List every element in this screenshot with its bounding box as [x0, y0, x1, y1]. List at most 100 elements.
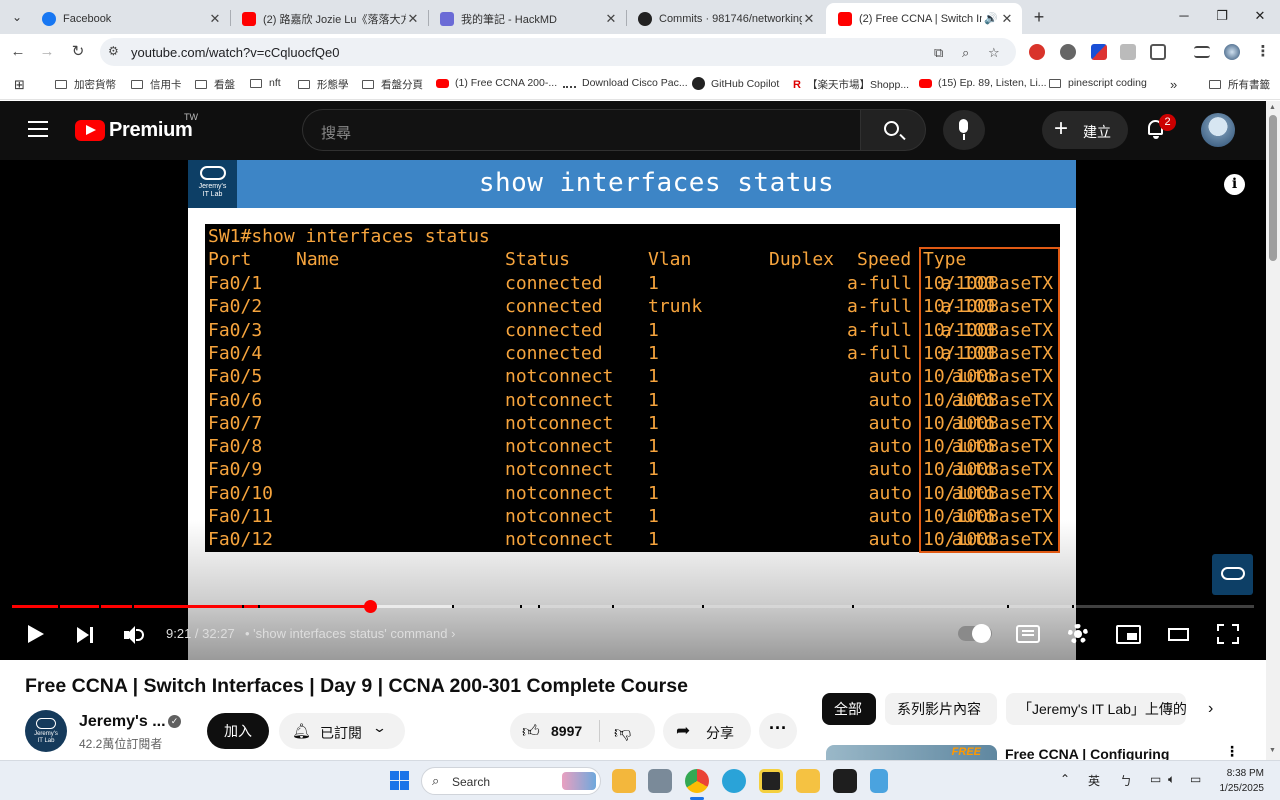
app-icon[interactable]: [648, 769, 672, 793]
related-more-icon[interactable]: ⋮: [1225, 743, 1239, 760]
browser-menu-icon[interactable]: ⋮: [1252, 41, 1274, 63]
restore-button[interactable]: ❐: [1202, 4, 1242, 28]
close-tab-icon[interactable]: ✕: [802, 11, 816, 27]
file-explorer-icon[interactable]: [612, 769, 636, 793]
audio-playing-icon[interactable]: 🔊: [982, 12, 1000, 25]
channel-avatar[interactable]: Jeremy's IT Lab: [25, 710, 67, 752]
scrollbar-thumb[interactable]: [1269, 115, 1277, 261]
channel-watermark[interactable]: [1212, 554, 1253, 595]
more-actions-icon[interactable]: ···: [759, 713, 797, 749]
input-language[interactable]: 英: [1088, 772, 1100, 789]
back-button[interactable]: ←: [7, 41, 29, 63]
windows-start-icon[interactable]: [390, 771, 409, 790]
scrubber-handle[interactable]: [363, 600, 377, 613]
tab-github[interactable]: Commits · 981746/networking- ✕: [626, 3, 824, 34]
bookmark-folder[interactable]: 形態學: [298, 77, 349, 92]
chip-series[interactable]: 系列影片內容: [885, 693, 997, 725]
create-button[interactable]: + 建立: [1042, 111, 1128, 149]
battery-icon[interactable]: ▭: [1190, 772, 1201, 786]
bookmark-link[interactable]: (1) Free CCNA 200-...: [436, 77, 557, 89]
close-tab-icon[interactable]: ✕: [406, 11, 420, 27]
volume-icon[interactable]: [124, 626, 146, 644]
folder-icon[interactable]: [796, 769, 820, 793]
close-tab-icon[interactable]: ✕: [208, 11, 222, 27]
system-clock[interactable]: 8:38 PM 1/25/2025: [1216, 766, 1265, 796]
url-text[interactable]: youtube.com/watch?v=cCqluocfQe0: [131, 45, 339, 60]
bookmark-folder[interactable]: 看盤分頁: [362, 77, 423, 92]
tab-facebook[interactable]: Facebook ✕: [30, 3, 230, 34]
extension-new-icon[interactable]: [1029, 44, 1045, 60]
chip-uploads[interactable]: 「Jeremy's IT Lab」上傳的: [1006, 693, 1186, 725]
terminal-icon[interactable]: [833, 769, 857, 793]
network-icon[interactable]: ▭: [1150, 772, 1161, 786]
bookmark-folder[interactable]: 加密貨幣: [55, 77, 116, 92]
show-hidden-icons-icon[interactable]: ⌃: [1060, 772, 1070, 786]
more-bookmarks-icon[interactable]: »: [1170, 77, 1177, 92]
extension-gauge-icon[interactable]: [1060, 44, 1076, 60]
bookmark-folder[interactable]: 信用卡: [131, 77, 182, 92]
bookmark-link[interactable]: R 【楽天市場】Shopp...: [793, 77, 909, 92]
extension-page-icon[interactable]: [1120, 44, 1136, 60]
fullscreen-icon[interactable]: [1217, 624, 1239, 644]
extension-flag-icon[interactable]: [1091, 44, 1107, 60]
video-player[interactable]: Jeremy's IT Lab show interfaces status S…: [0, 160, 1266, 660]
app-icon[interactable]: [759, 769, 783, 793]
apps-grid-icon[interactable]: ⊞: [14, 77, 25, 93]
search-button[interactable]: [860, 109, 926, 151]
info-icon[interactable]: i: [1224, 174, 1245, 195]
related-video-thumbnail[interactable]: FREE: [826, 745, 997, 760]
tab-youtube-music[interactable]: (2) 路嘉欣 Jozie Lu《落落大方 F ✕: [230, 3, 428, 34]
account-avatar[interactable]: [1201, 113, 1235, 147]
extensions-puzzle-icon[interactable]: [1150, 44, 1166, 60]
chapter-title[interactable]: • 'show interfaces status' command ›: [245, 626, 455, 641]
forward-button[interactable]: →: [36, 41, 58, 63]
new-tab-button[interactable]: +: [1028, 6, 1050, 28]
scroll-down-icon[interactable]: ▼: [1269, 747, 1276, 754]
bookmark-folder[interactable]: pinescript coding: [1049, 77, 1147, 89]
menu-icon[interactable]: [28, 121, 48, 137]
channel-name[interactable]: Jeremy's ...: [79, 713, 166, 731]
subtitles-icon[interactable]: [1016, 625, 1040, 643]
page-scrollbar[interactable]: ▲ ▼: [1266, 101, 1280, 760]
subscribed-button[interactable]: 🔔︎ 已訂閱 ⌄: [279, 713, 405, 749]
bookmark-link[interactable]: (15) Ep. 89, Listen, Li...: [919, 77, 1047, 89]
profile-avatar-icon[interactable]: [1224, 44, 1240, 60]
video-frame[interactable]: Jeremy's IT Lab show interfaces status S…: [188, 160, 1076, 660]
bookmark-link[interactable]: Download Cisco Pac...: [563, 77, 688, 89]
tab-hackmd[interactable]: 我的筆記 - HackMD ✕: [428, 3, 626, 34]
chevron-right-icon[interactable]: ›: [1208, 700, 1213, 718]
speaker-icon[interactable]: 🔈︎: [1168, 772, 1175, 787]
bookmark-folder[interactable]: 看盤: [195, 77, 235, 92]
close-window-button[interactable]: ✕: [1240, 4, 1280, 28]
next-video-icon[interactable]: [77, 627, 95, 643]
bookmark-star-icon[interactable]: ☆: [988, 45, 1000, 61]
scroll-up-icon[interactable]: ▲: [1269, 104, 1276, 111]
install-app-icon[interactable]: ⧉: [934, 45, 943, 61]
site-info-icon[interactable]: ⚙: [108, 44, 119, 58]
reload-button[interactable]: ↻: [67, 41, 89, 63]
play-icon[interactable]: [28, 625, 44, 643]
close-tab-icon[interactable]: ✕: [1000, 11, 1014, 27]
close-tab-icon[interactable]: ✕: [604, 11, 618, 27]
ime-mode-icon[interactable]: ㄅ: [1120, 772, 1132, 789]
telegram-icon[interactable]: [722, 769, 746, 793]
minimize-button[interactable]: ─: [1164, 4, 1204, 28]
dislike-thumb-down-icon[interactable]: 👎︎: [614, 722, 631, 743]
like-count[interactable]: 8997: [551, 723, 582, 739]
address-bar[interactable]: ⚙ youtube.com/watch?v=cCqluocfQe0 ⧉ ⌕ ☆: [100, 38, 1016, 66]
chrome-icon[interactable]: [685, 769, 709, 793]
like-thumb-up-icon[interactable]: 👍︎: [522, 721, 540, 742]
bookmark-folder[interactable]: nft: [250, 77, 281, 89]
voice-search-button[interactable]: [943, 110, 985, 150]
tab-free-ccna-active[interactable]: (2) Free CCNA | Switch Inte 🔊 ✕: [826, 3, 1022, 34]
taskbar-search[interactable]: ⌕ Search: [421, 767, 601, 795]
zoom-icon[interactable]: ⌕: [962, 45, 969, 61]
miniplayer-icon[interactable]: [1116, 625, 1141, 644]
chip-all[interactable]: 全部: [822, 693, 876, 725]
share-button[interactable]: ➦ 分享: [663, 713, 751, 749]
autoplay-toggle[interactable]: [958, 624, 992, 643]
join-button[interactable]: 加入: [207, 713, 269, 749]
theater-mode-icon[interactable]: [1168, 628, 1189, 641]
all-bookmarks-folder[interactable]: 所有書籤: [1209, 77, 1270, 92]
bookmark-link[interactable]: GitHub Copilot: [692, 77, 779, 90]
